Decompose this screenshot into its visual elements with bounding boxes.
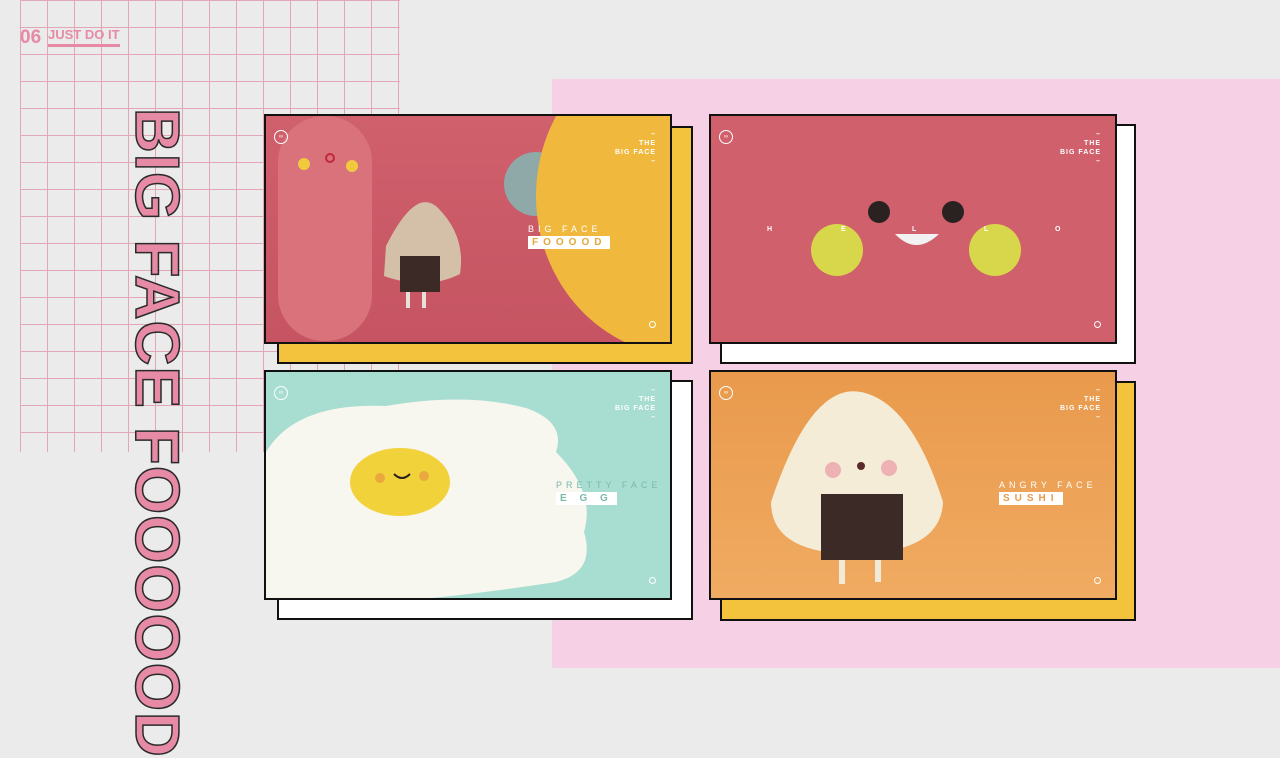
brand-the: THE — [639, 396, 656, 403]
letter-l2: L — [984, 226, 993, 233]
circle-indicator-icon — [649, 577, 656, 584]
card-panel: ∞ – THE BIG FACE – BIG FACE FOOOOD — [264, 114, 672, 344]
brand-the: THE — [1084, 396, 1101, 403]
tagline: JUST DO IT — [48, 27, 120, 47]
card-brand: – THE BIG FACE – — [614, 131, 656, 165]
brand-big-face: BIG FACE — [1059, 405, 1101, 412]
card-panel: ∞ – THE BIG FACE – PRETTY FACE E G G — [264, 370, 672, 600]
card-title: PRETTY FACE — [556, 480, 662, 490]
card-title: ANGRY FACE — [999, 480, 1097, 490]
card-subtitle: SUSHI — [999, 492, 1063, 505]
circle-indicator-icon — [649, 321, 656, 328]
card-pretty-face-egg[interactable]: ∞ – THE BIG FACE – PRETTY FACE E G G — [264, 370, 693, 620]
logo-icon: ∞ — [719, 386, 733, 400]
card-big-face-food[interactable]: ∞ – THE BIG FACE – BIG FACE FOOOOD — [264, 114, 693, 364]
card-brand: – THE BIG FACE – — [1059, 387, 1101, 421]
food-characters-illustration — [278, 116, 670, 342]
letter-l1: L — [912, 226, 921, 233]
grid-mask — [0, 0, 20, 452]
card-subtitle: E G G — [556, 492, 617, 505]
logo-icon: ∞ — [274, 386, 288, 400]
letter-h: H — [767, 226, 777, 233]
card-subtitle: FOOOOD — [528, 236, 611, 249]
brand-big-face: BIG FACE — [1059, 149, 1101, 156]
card-panel: ∞ – THE BIG FACE – ANGRY FACE SUSHI — [709, 370, 1117, 600]
logo-icon: ∞ — [719, 130, 733, 144]
card-title: BIG FACE — [528, 224, 602, 234]
card-angry-face-sushi[interactable]: ∞ – THE BIG FACE – ANGRY FACE SUSHI — [709, 370, 1136, 621]
circle-indicator-icon — [1094, 577, 1101, 584]
brand-the: THE — [1084, 140, 1101, 147]
letter-o: O — [1055, 226, 1065, 233]
vertical-title: BIG FACE FOOOOOD — [121, 107, 192, 758]
card-hello-face[interactable]: ∞ – THE BIG FACE – H E L L O — [709, 114, 1136, 364]
logo-icon: ∞ — [274, 130, 288, 144]
letter-e: E — [841, 226, 850, 233]
card-brand: – THE BIG FACE – — [1059, 131, 1101, 165]
brand-the: THE — [639, 140, 656, 147]
brand-big-face: BIG FACE — [614, 405, 656, 412]
circle-indicator-icon — [1094, 321, 1101, 328]
card-panel: ∞ – THE BIG FACE – H E L L O — [709, 114, 1117, 344]
vertical-title-wrap: BIG FACE FOOOOOD — [121, 107, 192, 758]
card-brand: – THE BIG FACE – — [614, 387, 656, 421]
page-number: 06 — [20, 27, 42, 48]
brand-big-face: BIG FACE — [614, 149, 656, 156]
